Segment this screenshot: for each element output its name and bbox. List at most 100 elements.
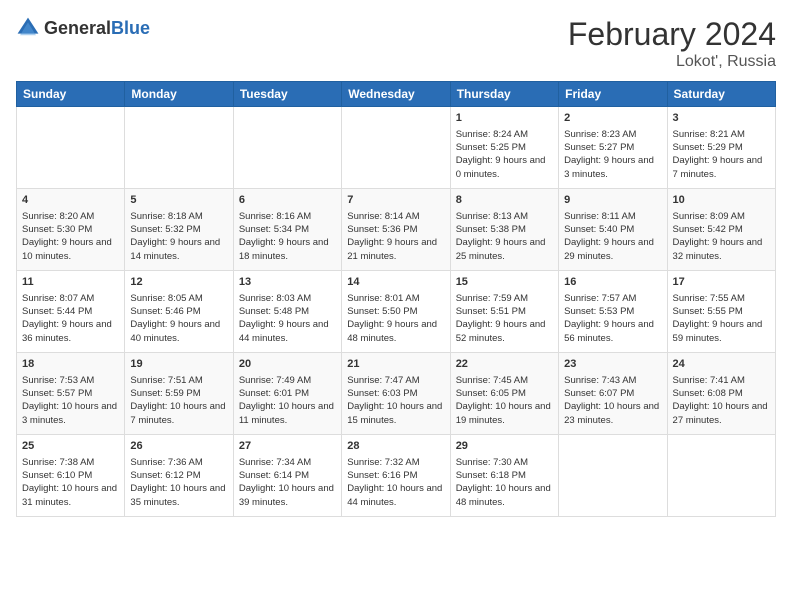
day-number: 14	[347, 275, 444, 290]
day-number: 22	[456, 357, 553, 372]
calendar-day-cell: 27Sunrise: 7:34 AMSunset: 6:14 PMDayligh…	[233, 435, 341, 517]
calendar-week-row: 4 Sunrise: 8:20 AMSunset: 5:30 PMDaylight…	[17, 189, 776, 271]
day-number: 18	[22, 357, 119, 372]
calendar-week-row: 11 Sunrise: 8:07 AMSunset: 5:44 PMDayligh…	[17, 271, 776, 353]
calendar-day-cell: 16 Sunrise: 7:57 AMSunset: 5:53 PMDayligh…	[559, 271, 667, 353]
day-info: Sunrise: 7:34 AMSunset: 6:14 PMDaylight:…	[239, 456, 336, 509]
calendar-day-cell: 7 Sunrise: 8:14 AMSunset: 5:36 PMDaylight…	[342, 189, 450, 271]
day-number: 7	[347, 193, 444, 208]
calendar-day-cell: 15 Sunrise: 7:59 AMSunset: 5:51 PMDayligh…	[450, 271, 558, 353]
calendar-day-cell	[667, 435, 775, 517]
day-info: Sunrise: 7:49 AMSunset: 6:01 PMDaylight:…	[239, 374, 336, 427]
day-info: Sunrise: 8:01 AMSunset: 5:50 PMDaylight:…	[347, 292, 444, 345]
calendar-table: SundayMondayTuesdayWednesdayThursdayFrid…	[16, 81, 776, 517]
day-number: 29	[456, 439, 553, 454]
day-number: 15	[456, 275, 553, 290]
calendar-day-cell: 22 Sunrise: 7:45 AMSunset: 6:05 PMDayligh…	[450, 353, 558, 435]
day-number: 4	[22, 193, 119, 208]
calendar-day-cell: 6 Sunrise: 8:16 AMSunset: 5:34 PMDaylight…	[233, 189, 341, 271]
day-number: 21	[347, 357, 444, 372]
calendar-header-row: SundayMondayTuesdayWednesdayThursdayFrid…	[17, 82, 776, 107]
calendar-day-cell	[125, 107, 233, 189]
calendar-day-cell: 23Sunrise: 7:43 AMSunset: 6:07 PMDayligh…	[559, 353, 667, 435]
day-number: 25	[22, 439, 119, 454]
page: GeneralBlue February 2024 Lokot', Russia…	[0, 0, 792, 612]
day-info: Sunrise: 8:16 AMSunset: 5:34 PMDaylight:…	[239, 210, 336, 263]
day-info: Sunrise: 7:36 AMSunset: 6:12 PMDaylight:…	[130, 456, 227, 509]
calendar-day-cell	[233, 107, 341, 189]
day-info: Sunrise: 8:23 AMSunset: 5:27 PMDaylight:…	[564, 128, 661, 181]
day-info: Sunrise: 7:47 AMSunset: 6:03 PMDaylight:…	[347, 374, 444, 427]
header: GeneralBlue February 2024 Lokot', Russia	[16, 16, 776, 71]
day-number: 19	[130, 357, 227, 372]
calendar-day-cell: 4 Sunrise: 8:20 AMSunset: 5:30 PMDaylight…	[17, 189, 125, 271]
day-number: 12	[130, 275, 227, 290]
logo-icon	[16, 16, 40, 40]
day-number: 5	[130, 193, 227, 208]
day-number: 8	[456, 193, 553, 208]
calendar-day-cell: 9 Sunrise: 8:11 AMSunset: 5:40 PMDaylight…	[559, 189, 667, 271]
location: Lokot', Russia	[568, 53, 776, 71]
day-info: Sunrise: 8:11 AMSunset: 5:40 PMDaylight:…	[564, 210, 661, 263]
calendar-day-header: Saturday	[667, 82, 775, 107]
calendar-day-cell: 14 Sunrise: 8:01 AMSunset: 5:50 PMDayligh…	[342, 271, 450, 353]
calendar-day-header: Sunday	[17, 82, 125, 107]
calendar-day-cell: 17 Sunrise: 7:55 AMSunset: 5:55 PMDayligh…	[667, 271, 775, 353]
day-number: 16	[564, 275, 661, 290]
day-info: Sunrise: 8:24 AMSunset: 5:25 PMDaylight:…	[456, 128, 553, 181]
calendar-day-header: Monday	[125, 82, 233, 107]
calendar-day-cell: 8 Sunrise: 8:13 AMSunset: 5:38 PMDaylight…	[450, 189, 558, 271]
day-info: Sunrise: 7:55 AMSunset: 5:55 PMDaylight:…	[673, 292, 770, 345]
day-info: Sunrise: 8:05 AMSunset: 5:46 PMDaylight:…	[130, 292, 227, 345]
day-info: Sunrise: 8:14 AMSunset: 5:36 PMDaylight:…	[347, 210, 444, 263]
day-number: 20	[239, 357, 336, 372]
calendar-day-cell: 5 Sunrise: 8:18 AMSunset: 5:32 PMDaylight…	[125, 189, 233, 271]
day-number: 1	[456, 111, 553, 126]
calendar-day-header: Tuesday	[233, 82, 341, 107]
day-info: Sunrise: 7:38 AMSunset: 6:10 PMDaylight:…	[22, 456, 119, 509]
day-info: Sunrise: 7:45 AMSunset: 6:05 PMDaylight:…	[456, 374, 553, 427]
day-info: Sunrise: 7:59 AMSunset: 5:51 PMDaylight:…	[456, 292, 553, 345]
calendar-day-cell	[559, 435, 667, 517]
calendar-day-cell: 20 Sunrise: 7:49 AMSunset: 6:01 PMDayligh…	[233, 353, 341, 435]
day-info: Sunrise: 8:07 AMSunset: 5:44 PMDaylight:…	[22, 292, 119, 345]
calendar-day-cell: 26 Sunrise: 7:36 AMSunset: 6:12 PMDayligh…	[125, 435, 233, 517]
day-number: 24	[673, 357, 770, 372]
day-info: Sunrise: 8:21 AMSunset: 5:29 PMDaylight:…	[673, 128, 770, 181]
calendar-day-cell: 18 Sunrise: 7:53 AMSunset: 5:57 PMDayligh…	[17, 353, 125, 435]
calendar-day-cell: 28 Sunrise: 7:32 AMSunset: 6:16 PMDayligh…	[342, 435, 450, 517]
day-number: 11	[22, 275, 119, 290]
calendar-week-row: 25 Sunrise: 7:38 AMSunset: 6:10 PMDayligh…	[17, 435, 776, 517]
day-number: 6	[239, 193, 336, 208]
calendar-day-cell: 13Sunrise: 8:03 AMSunset: 5:48 PMDayligh…	[233, 271, 341, 353]
day-number: 3	[673, 111, 770, 126]
logo-text: GeneralBlue	[44, 18, 150, 39]
calendar-day-header: Thursday	[450, 82, 558, 107]
day-number: 2	[564, 111, 661, 126]
day-info: Sunrise: 7:32 AMSunset: 6:16 PMDaylight:…	[347, 456, 444, 509]
day-info: Sunrise: 7:41 AMSunset: 6:08 PMDaylight:…	[673, 374, 770, 427]
calendar-week-row: 1 Sunrise: 8:24 AMSunset: 5:25 PMDaylight…	[17, 107, 776, 189]
calendar-day-cell	[342, 107, 450, 189]
calendar-day-cell: 3 Sunrise: 8:21 AMSunset: 5:29 PMDaylight…	[667, 107, 775, 189]
day-number: 17	[673, 275, 770, 290]
day-info: Sunrise: 7:43 AMSunset: 6:07 PMDaylight:…	[564, 374, 661, 427]
calendar-day-cell: 1 Sunrise: 8:24 AMSunset: 5:25 PMDaylight…	[450, 107, 558, 189]
day-number: 26	[130, 439, 227, 454]
day-info: Sunrise: 7:57 AMSunset: 5:53 PMDaylight:…	[564, 292, 661, 345]
day-info: Sunrise: 8:18 AMSunset: 5:32 PMDaylight:…	[130, 210, 227, 263]
day-info: Sunrise: 7:51 AMSunset: 5:59 PMDaylight:…	[130, 374, 227, 427]
title-block: February 2024 Lokot', Russia	[568, 16, 776, 71]
calendar-day-cell: 19 Sunrise: 7:51 AMSunset: 5:59 PMDayligh…	[125, 353, 233, 435]
calendar-day-cell: 21 Sunrise: 7:47 AMSunset: 6:03 PMDayligh…	[342, 353, 450, 435]
day-info: Sunrise: 8:13 AMSunset: 5:38 PMDaylight:…	[456, 210, 553, 263]
day-number: 9	[564, 193, 661, 208]
day-number: 28	[347, 439, 444, 454]
calendar-day-cell: 11 Sunrise: 8:07 AMSunset: 5:44 PMDayligh…	[17, 271, 125, 353]
calendar-day-cell: 12 Sunrise: 8:05 AMSunset: 5:46 PMDayligh…	[125, 271, 233, 353]
day-info: Sunrise: 7:30 AMSunset: 6:18 PMDaylight:…	[456, 456, 553, 509]
day-info: Sunrise: 8:20 AMSunset: 5:30 PMDaylight:…	[22, 210, 119, 263]
day-info: Sunrise: 7:53 AMSunset: 5:57 PMDaylight:…	[22, 374, 119, 427]
calendar-day-cell	[17, 107, 125, 189]
calendar-day-cell: 10Sunrise: 8:09 AMSunset: 5:42 PMDayligh…	[667, 189, 775, 271]
